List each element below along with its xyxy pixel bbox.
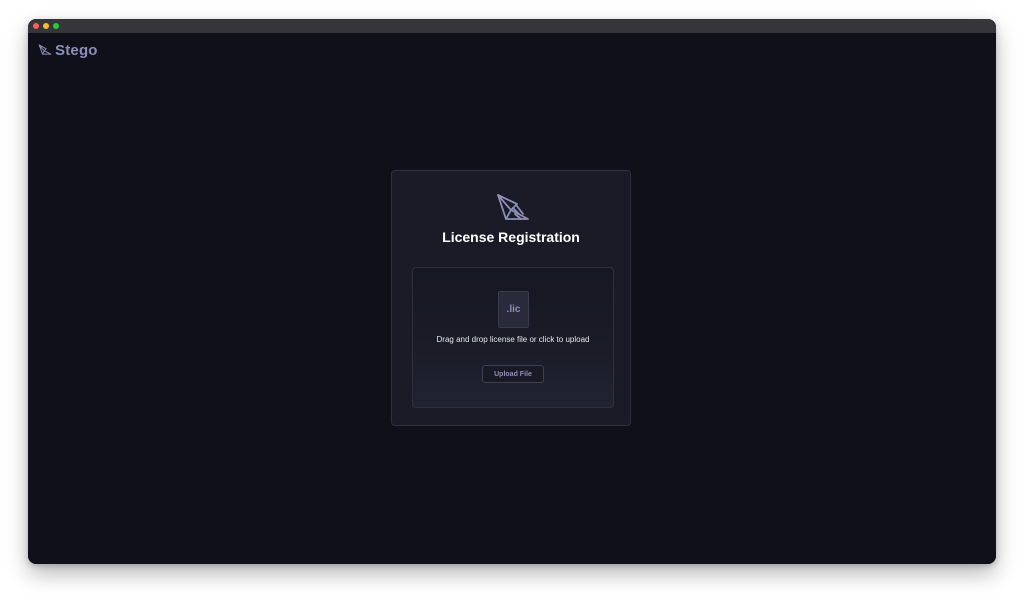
brand-header: Stego bbox=[38, 41, 98, 59]
title-bar bbox=[28, 19, 996, 33]
license-dropzone[interactable]: .lic Drag and drop license file or click… bbox=[412, 267, 614, 408]
minimize-window-button[interactable] bbox=[43, 23, 49, 29]
stego-logo-icon bbox=[38, 44, 52, 55]
close-window-button[interactable] bbox=[33, 23, 39, 29]
license-file-icon: .lic bbox=[498, 291, 529, 328]
maximize-window-button[interactable] bbox=[53, 23, 59, 29]
dropzone-instruction: Drag and drop license file or click to u… bbox=[436, 335, 590, 344]
upload-file-button[interactable]: Upload File bbox=[482, 365, 544, 383]
license-registration-card: License Registration .lic Drag and drop … bbox=[391, 170, 631, 426]
page-title: License Registration bbox=[442, 229, 580, 245]
stego-logo-icon bbox=[497, 194, 529, 220]
app-window: Stego License Registration .lic Drag and… bbox=[28, 19, 996, 564]
brand-name: Stego bbox=[55, 41, 98, 59]
